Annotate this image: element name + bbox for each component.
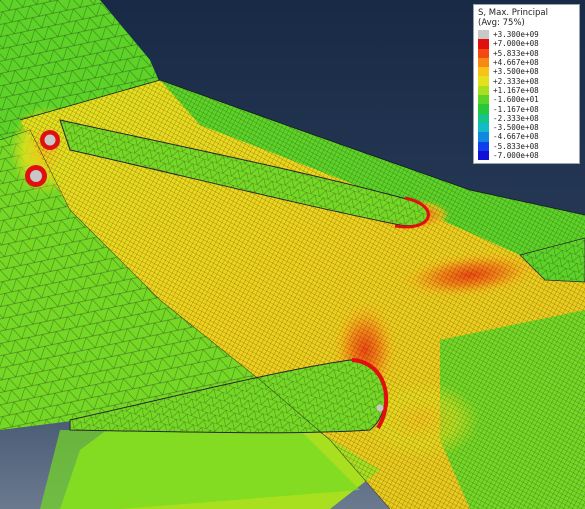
legend-entry: -3.500e+08 bbox=[478, 122, 575, 133]
legend-value: +2.333e+08 bbox=[493, 76, 539, 86]
legend-entry: +2.333e+08 bbox=[478, 76, 575, 86]
legend-value: -5.833e+08 bbox=[493, 141, 539, 151]
legend-entry: +3.300e+09 bbox=[478, 30, 575, 40]
legend-entry: -1.600e+01 bbox=[478, 95, 575, 105]
legend-entry: -5.833e+08 bbox=[478, 141, 575, 151]
legend-swatch bbox=[478, 113, 489, 123]
legend-value: +5.833e+08 bbox=[493, 48, 539, 58]
legend-swatch bbox=[478, 104, 489, 114]
legend-swatch bbox=[478, 95, 489, 105]
legend-swatch bbox=[478, 57, 489, 68]
legend-swatch bbox=[478, 122, 489, 133]
legend-value: +3.500e+08 bbox=[493, 67, 539, 77]
bolt-hole-lower bbox=[25, 165, 47, 187]
bolt-hole-upper bbox=[40, 130, 60, 150]
legend-title: S, Max. Principal bbox=[478, 8, 548, 18]
legend-value: -2.333e+08 bbox=[493, 113, 539, 123]
legend-entry: -1.167e+08 bbox=[478, 104, 575, 114]
legend-entry: +5.833e+08 bbox=[478, 48, 575, 58]
contour-legend: S, Max. Principal (Avg: 75%) +3.300e+09 +… bbox=[473, 4, 580, 164]
legend-entry: +7.000e+08 bbox=[478, 39, 575, 49]
legend-swatch bbox=[478, 150, 489, 161]
legend-swatch bbox=[478, 39, 489, 49]
legend-swatch bbox=[478, 132, 489, 142]
legend-value: -1.600e+01 bbox=[493, 95, 539, 105]
legend-swatch bbox=[478, 48, 489, 58]
model-viewport[interactable]: S, Max. Principal (Avg: 75%) +3.300e+09 +… bbox=[0, 0, 585, 509]
legend-value: +4.667e+08 bbox=[493, 58, 539, 68]
legend-value: +7.000e+08 bbox=[493, 39, 539, 49]
legend-entry: +3.500e+08 bbox=[478, 67, 575, 77]
legend-swatch bbox=[478, 141, 489, 151]
legend-entry: +4.667e+08 bbox=[478, 57, 575, 68]
legend-entry: +1.167e+08 bbox=[478, 85, 575, 96]
legend-value: +1.167e+08 bbox=[493, 85, 539, 95]
legend-swatch bbox=[478, 76, 489, 86]
legend-rows: +3.300e+09 +7.000e+08 +5.833e+08 +4.667e+08… bbox=[478, 30, 575, 161]
legend-value: -4.667e+08 bbox=[493, 132, 539, 142]
legend-value: +3.300e+09 bbox=[493, 30, 539, 40]
legend-averaging: (Avg: 75%) bbox=[478, 18, 525, 28]
legend-swatch bbox=[478, 30, 489, 40]
legend-value: -3.500e+08 bbox=[493, 123, 539, 133]
legend-value: -1.167e+08 bbox=[493, 104, 539, 114]
legend-swatch bbox=[478, 67, 489, 77]
legend-swatch bbox=[478, 85, 489, 96]
legend-value: -7.000e+08 bbox=[493, 151, 539, 160]
legend-entry: -7.000e+08 bbox=[478, 150, 575, 161]
legend-entry: -4.667e+08 bbox=[478, 132, 575, 142]
legend-entry: -2.333e+08 bbox=[478, 113, 575, 123]
